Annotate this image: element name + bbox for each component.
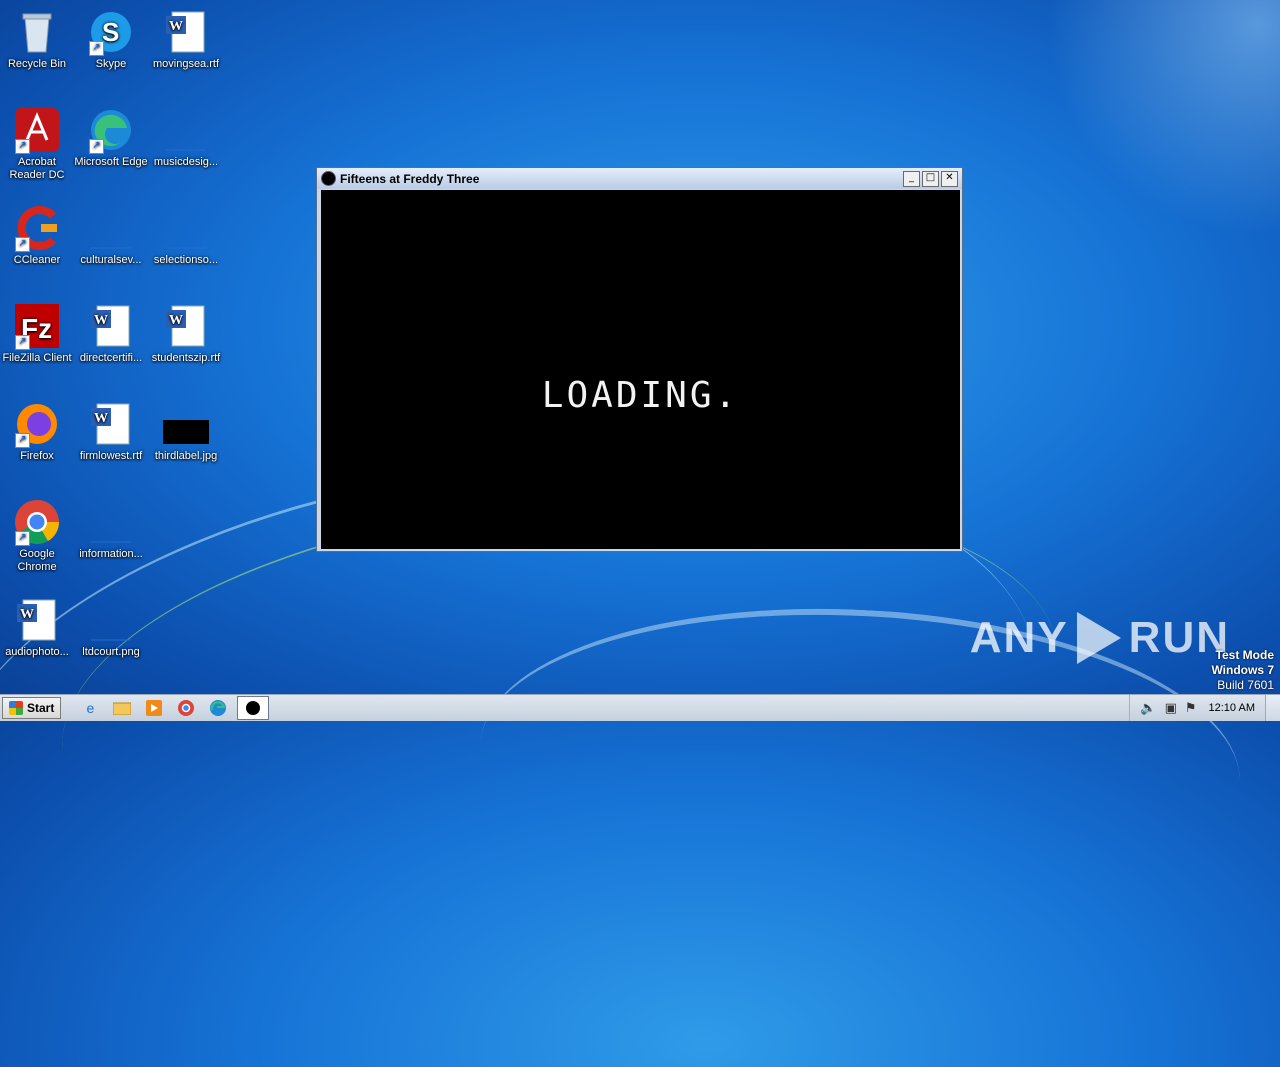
desktop-icon-directcertifi[interactable]: W directcertifi... bbox=[74, 302, 148, 365]
file-explorer-icon[interactable] bbox=[111, 698, 133, 718]
blank-file-icon bbox=[87, 204, 135, 252]
desktop-icon-acrobat[interactable]: ↗ Acrobat Reader DC bbox=[0, 106, 74, 182]
svg-text:W: W bbox=[94, 411, 108, 426]
maximize-button[interactable]: □ bbox=[922, 170, 939, 187]
desktop-icon-thirdlabel[interactable]: thirdlabel.jpg bbox=[149, 400, 223, 463]
word-document-icon: W bbox=[87, 400, 135, 448]
app-icon bbox=[321, 171, 336, 186]
app-window[interactable]: Fifteens at Freddy Three _ □ ✕ LOADING. bbox=[316, 167, 963, 552]
acrobat-reader-icon: ↗ bbox=[13, 106, 61, 154]
desktop-icon-firmlowest[interactable]: W firmlowest.rtf bbox=[74, 400, 148, 463]
system-tray: 🔈 ▣ ⚑ 12:10 AM bbox=[1129, 695, 1280, 721]
desktop-icon-musicdesig[interactable]: musicdesig... bbox=[149, 106, 223, 169]
shortcut-arrow-icon: ↗ bbox=[15, 335, 30, 350]
shortcut-arrow-icon: ↗ bbox=[15, 237, 30, 252]
word-document-icon: W bbox=[13, 596, 61, 644]
blank-file-icon bbox=[162, 204, 210, 252]
filezilla-icon: Fz ↗ bbox=[13, 302, 61, 350]
desktop-icon-culturalsev[interactable]: culturalsev... bbox=[74, 204, 148, 267]
game-app-icon bbox=[246, 701, 261, 715]
chrome-taskbar-icon[interactable] bbox=[175, 698, 197, 718]
network-icon[interactable]: ▣ bbox=[1165, 701, 1177, 716]
os-version-label: Windows 7 bbox=[1211, 663, 1274, 677]
desktop-icon-selectionso[interactable]: selectionso... bbox=[149, 204, 223, 267]
desktop-icon-firefox[interactable]: ↗ Firefox bbox=[0, 400, 74, 463]
test-mode-label: Test Mode bbox=[1215, 648, 1274, 662]
build-label: Build 7601 bbox=[1217, 678, 1274, 692]
clock[interactable]: 12:10 AM bbox=[1209, 702, 1255, 714]
desktop-icon-chrome[interactable]: ↗ Google Chrome bbox=[0, 498, 74, 574]
desktop-icon-skype[interactable]: S ↗ Skype bbox=[74, 8, 148, 71]
shortcut-arrow-icon: ↗ bbox=[15, 139, 30, 154]
speaker-icon[interactable]: 🔈 bbox=[1140, 701, 1156, 716]
taskbar: Start e 🔈 ▣ ⚑ 12:10 AM bbox=[0, 694, 1280, 721]
minimize-button[interactable]: _ bbox=[903, 170, 920, 187]
taskbar-app-game[interactable] bbox=[237, 696, 270, 720]
blank-file-icon bbox=[87, 596, 135, 644]
blank-file-icon bbox=[87, 498, 135, 546]
word-document-icon: W bbox=[162, 8, 210, 56]
show-desktop-button[interactable] bbox=[1265, 695, 1280, 721]
desktop-icon-studentszip[interactable]: W studentszip.rtf bbox=[149, 302, 223, 365]
svg-text:W: W bbox=[169, 313, 183, 328]
desktop-icon-recycle-bin[interactable]: Recycle Bin bbox=[0, 8, 74, 71]
shortcut-arrow-icon: ↗ bbox=[89, 139, 104, 154]
ccleaner-icon: ↗ bbox=[13, 204, 61, 252]
desktop-icon-movingsea[interactable]: W movingsea.rtf bbox=[149, 8, 223, 71]
action-center-flag-icon[interactable]: ⚑ bbox=[1185, 701, 1197, 716]
svg-text:W: W bbox=[94, 313, 108, 328]
desktop-icon-audiophoto[interactable]: W audiophoto... bbox=[0, 596, 74, 659]
chrome-icon: ↗ bbox=[13, 498, 61, 546]
window-title: Fifteens at Freddy Three bbox=[340, 171, 480, 186]
shortcut-arrow-icon: ↗ bbox=[89, 41, 104, 56]
word-document-icon: W bbox=[162, 302, 210, 350]
internet-explorer-icon[interactable]: e bbox=[79, 698, 101, 718]
firefox-icon: ↗ bbox=[13, 400, 61, 448]
shortcut-arrow-icon: ↗ bbox=[15, 433, 30, 448]
os-build-info: Test Mode Windows 7 Build 7601 bbox=[1211, 648, 1274, 693]
start-button[interactable]: Start bbox=[2, 697, 62, 719]
edge-taskbar-icon[interactable] bbox=[207, 698, 229, 718]
media-player-icon[interactable] bbox=[143, 698, 165, 718]
play-icon bbox=[1076, 612, 1121, 664]
watermark-brand-left: ANY bbox=[969, 613, 1069, 662]
wallpaper-glow bbox=[1050, 0, 1280, 240]
skype-icon: S ↗ bbox=[87, 8, 135, 56]
game-canvas[interactable]: LOADING. bbox=[321, 190, 960, 549]
svg-text:S: S bbox=[102, 17, 119, 47]
desktop-icon-information[interactable]: information... bbox=[74, 498, 148, 561]
edge-icon: ↗ bbox=[87, 106, 135, 154]
windows-logo-icon bbox=[9, 701, 23, 715]
shortcut-arrow-icon: ↗ bbox=[15, 531, 30, 546]
recycle-bin-icon bbox=[13, 8, 61, 56]
desktop-icon-filezilla[interactable]: Fz ↗ FileZilla Client bbox=[0, 302, 74, 365]
desktop-icon-edge[interactable]: ↗ Microsoft Edge bbox=[74, 106, 148, 169]
desktop-icon-ltdcourt[interactable]: ltdcourt.png bbox=[74, 596, 148, 659]
svg-text:W: W bbox=[169, 19, 183, 34]
window-titlebar[interactable]: Fifteens at Freddy Three _ □ ✕ bbox=[317, 168, 962, 189]
anyrun-watermark: ANY RUN bbox=[970, 612, 1230, 664]
loading-text: LOADING. bbox=[541, 375, 740, 416]
close-button[interactable]: ✕ bbox=[941, 170, 958, 187]
word-document-icon: W bbox=[87, 302, 135, 350]
blank-file-icon bbox=[162, 106, 210, 154]
desktop-icon-ccleaner[interactable]: ↗ CCleaner bbox=[0, 204, 74, 267]
svg-text:W: W bbox=[20, 607, 34, 622]
start-label: Start bbox=[27, 701, 55, 715]
image-thumbnail-icon bbox=[162, 400, 210, 448]
